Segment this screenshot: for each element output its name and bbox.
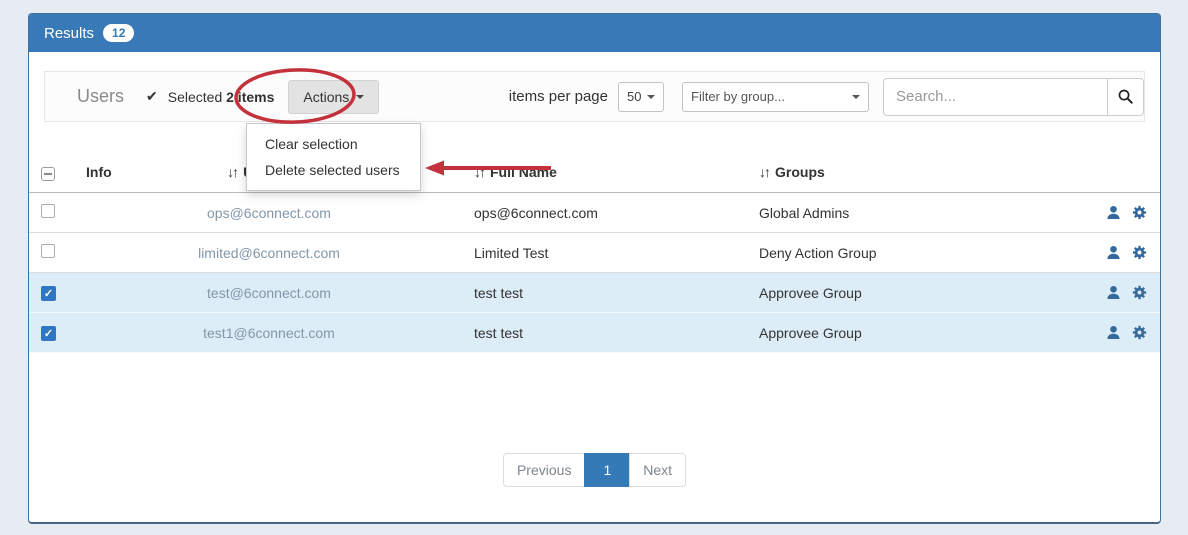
gear-icon[interactable] bbox=[1131, 324, 1148, 341]
results-count-badge: 12 bbox=[103, 24, 134, 42]
header-groups[interactable]: ↓↑Groups bbox=[679, 164, 1060, 180]
caret-down-icon bbox=[647, 95, 655, 99]
menu-item-delete-selected-users[interactable]: Delete selected users bbox=[247, 157, 420, 183]
groups-cell: Deny Action Group bbox=[679, 245, 1060, 261]
user-icon[interactable] bbox=[1105, 244, 1122, 261]
selected-label: Selected bbox=[168, 89, 222, 105]
check-icon: ✔ bbox=[146, 88, 158, 105]
table-row: limited@6connect.com Limited Test Deny A… bbox=[29, 233, 1160, 273]
header-fullname[interactable]: ↓↑Full Name bbox=[379, 164, 679, 180]
group-filter-select[interactable]: Filter by group... bbox=[682, 82, 869, 112]
header-info: Info bbox=[74, 164, 159, 180]
fullname-cell: test test bbox=[379, 325, 679, 341]
selection-status: Selected 2 items bbox=[168, 89, 275, 105]
items-per-page-label: items per page bbox=[509, 88, 608, 105]
user-icon[interactable] bbox=[1105, 204, 1122, 221]
panel-header: Results 12 bbox=[29, 14, 1160, 52]
pagination-current-page[interactable]: 1 bbox=[584, 453, 630, 487]
actions-button-label: Actions bbox=[303, 89, 349, 105]
table-header-row: Info ↓↑Username ↓↑Full Name ↓↑Groups bbox=[29, 151, 1160, 193]
sort-icon: ↓↑ bbox=[227, 164, 237, 180]
groups-cell: Approvee Group bbox=[679, 325, 1060, 341]
actions-dropdown-menu: Clear selection Delete selected users bbox=[246, 123, 421, 191]
groups-cell: Global Admins bbox=[679, 205, 1060, 221]
table-row: ✓ test@6connect.com test test Approvee G… bbox=[29, 273, 1160, 313]
row-checkbox[interactable] bbox=[41, 204, 55, 218]
toolbar: Users ✔ Selected 2 items Actions items p… bbox=[44, 71, 1145, 122]
toolbar-right: items per page 50 Filter by group... bbox=[509, 78, 1144, 116]
results-panel: Results 12 Users ✔ Selected 2 items Acti… bbox=[28, 13, 1161, 524]
select-all-checkbox[interactable] bbox=[41, 167, 55, 181]
selected-count: 2 items bbox=[226, 89, 274, 105]
row-checkbox[interactable] bbox=[41, 244, 55, 258]
row-checkbox[interactable]: ✓ bbox=[41, 326, 56, 341]
caret-down-icon bbox=[852, 95, 860, 99]
actions-button[interactable]: Actions bbox=[288, 80, 379, 114]
username-link[interactable]: ops@6connect.com bbox=[207, 205, 331, 221]
pagination: Previous 1 Next bbox=[29, 453, 1160, 487]
menu-item-clear-selection[interactable]: Clear selection bbox=[247, 131, 420, 157]
pagination-previous[interactable]: Previous bbox=[503, 453, 585, 487]
search-icon bbox=[1117, 88, 1134, 105]
table-row: ops@6connect.com ops@6connect.com Global… bbox=[29, 193, 1160, 233]
pagination-next[interactable]: Next bbox=[629, 453, 686, 487]
groups-cell: Approvee Group bbox=[679, 285, 1060, 301]
user-icon[interactable] bbox=[1105, 284, 1122, 301]
username-link[interactable]: test@6connect.com bbox=[207, 285, 331, 301]
username-link[interactable]: limited@6connect.com bbox=[198, 245, 340, 261]
caret-down-icon bbox=[356, 95, 364, 99]
table-row: ✓ test1@6connect.com test test Approvee … bbox=[29, 313, 1160, 353]
gear-icon[interactable] bbox=[1131, 204, 1148, 221]
search-group bbox=[883, 78, 1144, 116]
fullname-cell: test test bbox=[379, 285, 679, 301]
user-icon[interactable] bbox=[1105, 324, 1122, 341]
page-title: Results bbox=[44, 25, 94, 42]
gear-icon[interactable] bbox=[1131, 284, 1148, 301]
row-checkbox[interactable]: ✓ bbox=[41, 286, 56, 301]
per-page-select[interactable]: 50 bbox=[618, 82, 664, 112]
per-page-value: 50 bbox=[627, 89, 641, 104]
indeterminate-checkbox-icon bbox=[44, 173, 52, 175]
search-button[interactable] bbox=[1107, 78, 1144, 116]
sort-icon: ↓↑ bbox=[759, 164, 769, 180]
username-link[interactable]: test1@6connect.com bbox=[203, 325, 335, 341]
gear-icon[interactable] bbox=[1131, 244, 1148, 261]
sort-icon: ↓↑ bbox=[474, 164, 484, 180]
fullname-cell: Limited Test bbox=[379, 245, 679, 261]
section-title: Users bbox=[77, 86, 124, 107]
fullname-cell: ops@6connect.com bbox=[379, 205, 679, 221]
group-filter-value: Filter by group... bbox=[691, 89, 785, 104]
search-input[interactable] bbox=[883, 78, 1107, 116]
